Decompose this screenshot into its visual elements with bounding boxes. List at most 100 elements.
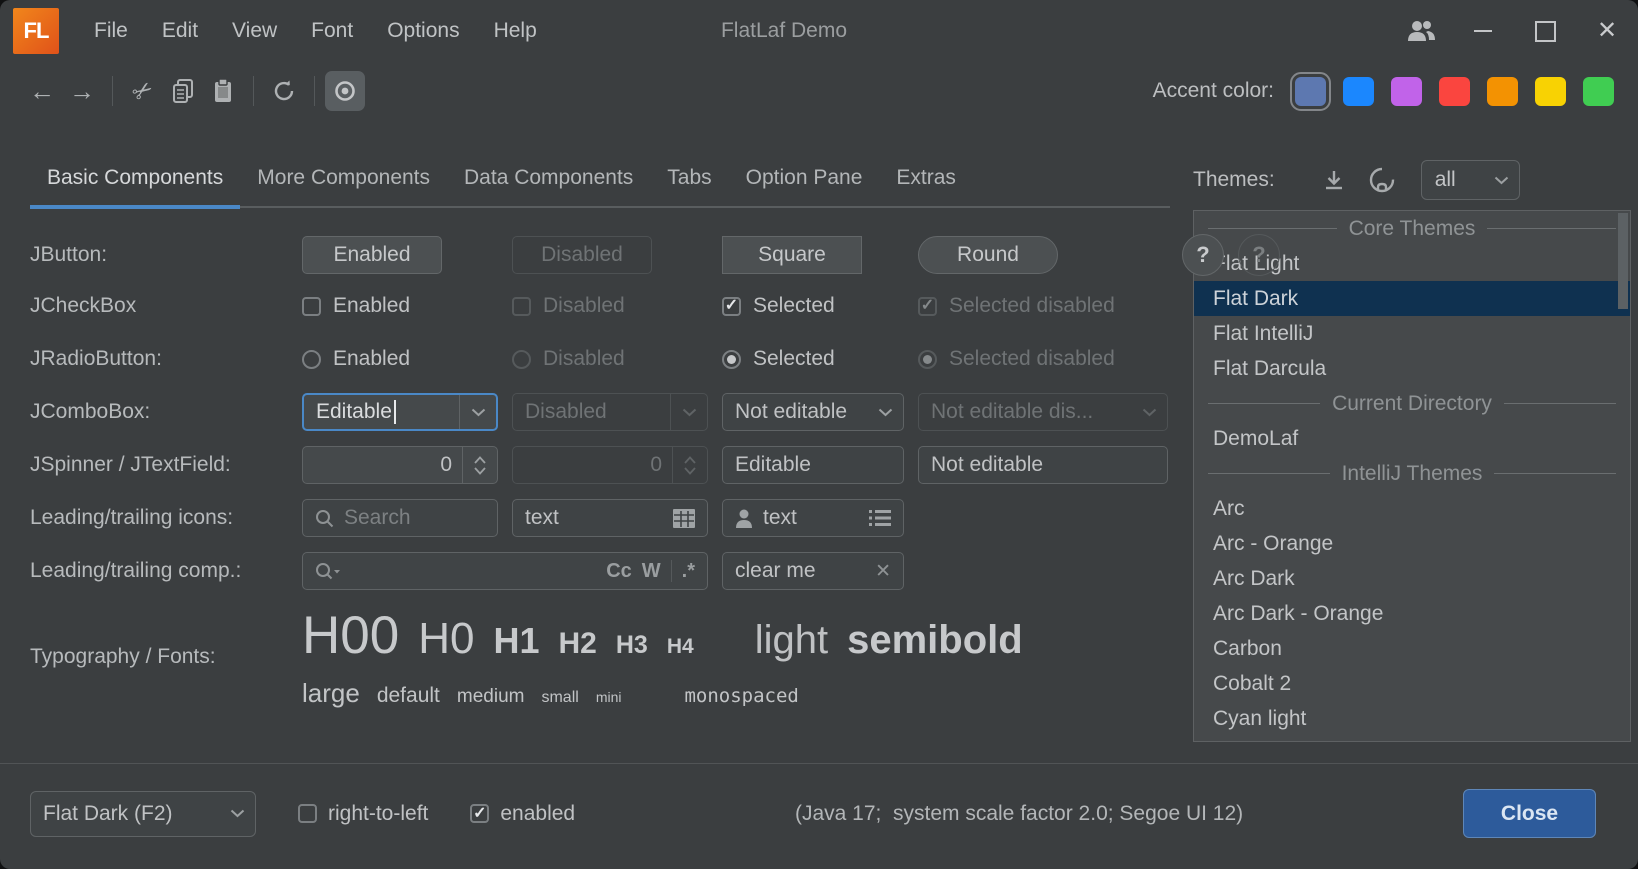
- checkbox-disabled: Disabled: [512, 294, 708, 318]
- search-placeholder: Search: [344, 506, 485, 530]
- github-button[interactable]: [1369, 167, 1395, 193]
- clear-me-input[interactable]: clear me ✕: [722, 552, 904, 590]
- whole-word-button[interactable]: W: [642, 560, 661, 583]
- menu-edit[interactable]: Edit: [145, 19, 215, 43]
- back-button[interactable]: ←: [22, 71, 62, 111]
- show-hidden-toggle[interactable]: [325, 71, 365, 111]
- checkbox-selected-disabled: Selected disabled: [918, 294, 1190, 318]
- close-button[interactable]: Close: [1463, 789, 1596, 838]
- accent-swatch-default[interactable]: [1295, 77, 1326, 106]
- search-menu-icon[interactable]: [315, 562, 341, 581]
- theme-list[interactable]: Core Themes Flat Light Flat Dark Flat In…: [1193, 210, 1631, 742]
- separator: [671, 560, 672, 582]
- monospaced-sample: monospaced: [684, 685, 798, 707]
- themes-filter-combo[interactable]: all: [1421, 160, 1520, 200]
- accent-swatch-red[interactable]: [1439, 77, 1470, 106]
- theme-item-arc-dark-orange[interactable]: Arc Dark - Orange: [1194, 596, 1630, 631]
- tab-extras[interactable]: Extras: [879, 166, 973, 206]
- radio-selected-icon: [722, 350, 741, 369]
- checkbox-icon: [302, 297, 321, 316]
- github-icon: [1369, 167, 1395, 193]
- chevron-down-icon: [1131, 394, 1167, 430]
- theme-item-flat-dark[interactable]: Flat Dark: [1194, 281, 1630, 316]
- text-input-table[interactable]: text: [512, 499, 708, 537]
- tab-option-pane[interactable]: Option Pane: [729, 166, 880, 206]
- chevron-down-icon: [867, 394, 903, 430]
- large-sample: large: [302, 678, 360, 709]
- theme-list-scrollbar[interactable]: [1618, 213, 1628, 309]
- help-button[interactable]: ?: [1182, 234, 1224, 276]
- round-button[interactable]: Round: [918, 236, 1058, 274]
- theme-item-carbon[interactable]: Carbon: [1194, 631, 1630, 666]
- theme-item-arc-orange[interactable]: Arc - Orange: [1194, 526, 1630, 561]
- leading-trailing-comp-row: Leading/trailing comp.: Cc W .* clear me…: [30, 552, 1190, 590]
- accent-swatch-green[interactable]: [1583, 77, 1614, 106]
- match-case-button[interactable]: Cc: [606, 560, 632, 583]
- semibold-sample: semibold: [847, 618, 1023, 663]
- menubar: File Edit View Font Options Help: [77, 19, 554, 43]
- menu-view[interactable]: View: [215, 19, 294, 43]
- cut-button[interactable]: ✂: [123, 71, 163, 111]
- list-icon[interactable]: [869, 509, 891, 527]
- jbutton-row: JButton: Enabled Disabled Square Round ?…: [30, 234, 1190, 272]
- search-with-options-input[interactable]: Cc W .*: [302, 552, 708, 590]
- menu-font[interactable]: Font: [294, 19, 370, 43]
- tab-tabs[interactable]: Tabs: [650, 166, 728, 206]
- accent-swatch-purple[interactable]: [1391, 77, 1422, 106]
- download-theme-button[interactable]: [1323, 169, 1345, 191]
- copy-button[interactable]: [163, 71, 203, 111]
- square-button[interactable]: Square: [722, 236, 862, 274]
- combobox-editable[interactable]: Editable: [302, 393, 498, 431]
- theme-item-dark-flat[interactable]: Dark Flat: [1194, 736, 1630, 742]
- accent-swatch-yellow[interactable]: [1535, 77, 1566, 106]
- regex-button[interactable]: .*: [682, 560, 695, 583]
- tab-more-components[interactable]: More Components: [240, 166, 447, 206]
- rtl-checkbox[interactable]: right-to-left: [298, 802, 428, 826]
- combobox-not-editable[interactable]: Not editable: [722, 393, 904, 431]
- theme-item-demolaf[interactable]: DemoLaf: [1194, 421, 1630, 456]
- radio-selected[interactable]: Selected: [722, 347, 904, 371]
- close-icon: ✕: [1597, 19, 1617, 43]
- menu-options[interactable]: Options: [370, 19, 476, 43]
- theme-item-arc-dark[interactable]: Arc Dark: [1194, 561, 1630, 596]
- menu-file[interactable]: File: [77, 19, 145, 43]
- search-input[interactable]: Search: [302, 499, 498, 537]
- theme-separator: Current Directory: [1194, 386, 1630, 421]
- minimize-button[interactable]: [1452, 0, 1514, 62]
- checkbox-enabled[interactable]: Enabled: [302, 294, 498, 318]
- menu-help[interactable]: Help: [477, 19, 554, 43]
- forward-button[interactable]: →: [62, 71, 102, 111]
- theme-item-flat-darcula[interactable]: Flat Darcula: [1194, 351, 1630, 386]
- tab-basic-components[interactable]: Basic Components: [30, 166, 240, 206]
- textfield-editable[interactable]: Editable: [722, 446, 904, 484]
- accent-swatch-orange[interactable]: [1487, 77, 1518, 106]
- tab-data-components[interactable]: Data Components: [447, 166, 650, 206]
- maximize-button[interactable]: [1514, 0, 1576, 62]
- accent-swatch-blue[interactable]: [1343, 77, 1374, 106]
- enabled-checkbox[interactable]: enabled: [470, 802, 575, 826]
- spinner-enabled[interactable]: 0: [302, 446, 498, 484]
- radio-enabled[interactable]: Enabled: [302, 347, 498, 371]
- theme-item-arc[interactable]: Arc: [1194, 491, 1630, 526]
- text-input-user-list[interactable]: text: [722, 499, 904, 537]
- theme-item-cyan-light[interactable]: Cyan light: [1194, 701, 1630, 736]
- themes-controls: Themes: all: [1193, 160, 1623, 200]
- refresh-button[interactable]: [264, 71, 304, 111]
- theme-item-flat-intellij[interactable]: Flat IntelliJ: [1194, 316, 1630, 351]
- h00-sample: H00: [302, 605, 399, 666]
- jcheckbox-label: JCheckBox: [30, 294, 288, 318]
- chevron-down-icon: [670, 394, 707, 430]
- minimize-icon: [1474, 30, 1492, 32]
- person-icon: [735, 509, 753, 528]
- theme-item-cobalt-2[interactable]: Cobalt 2: [1194, 666, 1630, 701]
- spinner-arrows-icon[interactable]: [462, 447, 497, 483]
- checkbox-selected[interactable]: Selected: [722, 294, 904, 318]
- laf-combo[interactable]: Flat Dark (F2): [30, 791, 256, 837]
- themes-label: Themes:: [1193, 168, 1275, 192]
- enabled-button[interactable]: Enabled: [302, 236, 442, 274]
- clear-icon[interactable]: ✕: [875, 560, 891, 583]
- close-window-button[interactable]: ✕: [1576, 0, 1638, 62]
- users-icon[interactable]: [1390, 0, 1452, 62]
- paste-button[interactable]: [203, 71, 243, 111]
- chevron-down-icon[interactable]: [459, 395, 496, 429]
